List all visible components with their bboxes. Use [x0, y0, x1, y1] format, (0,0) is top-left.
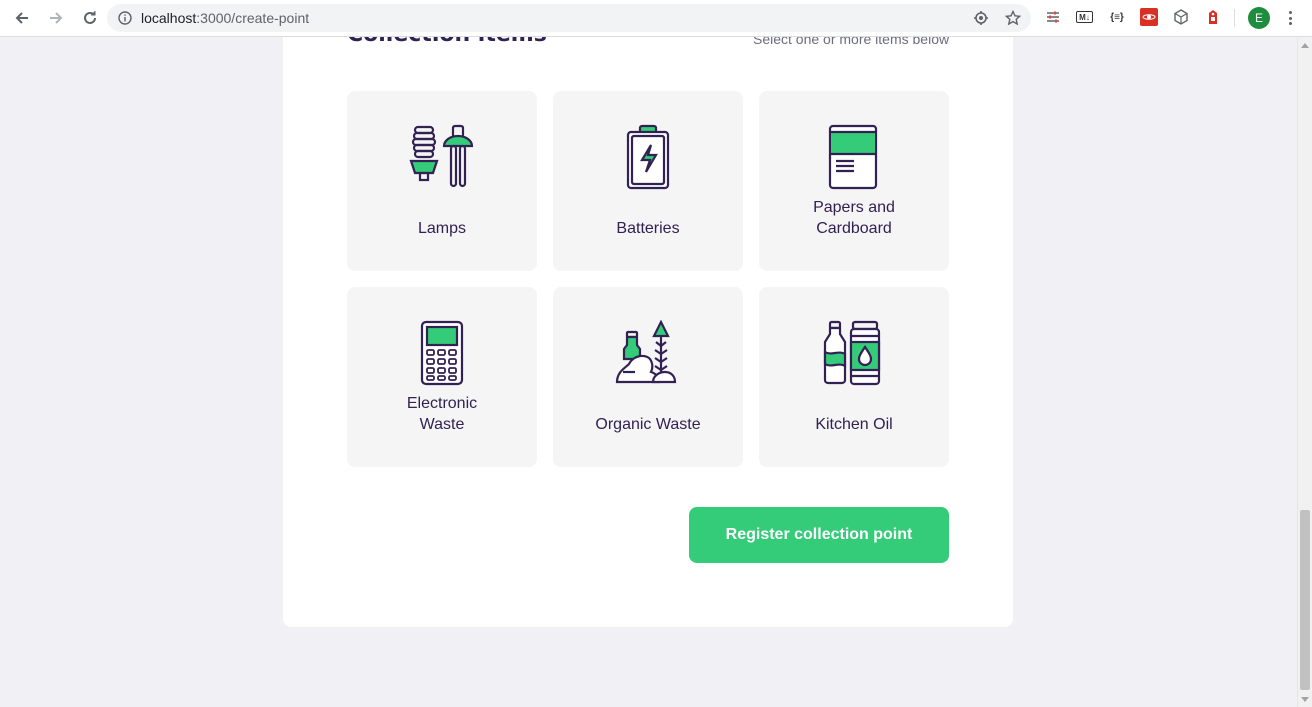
reload-button[interactable] — [74, 2, 106, 34]
extension-react-icon[interactable] — [1140, 8, 1158, 26]
bookmark-star-icon[interactable] — [1003, 8, 1023, 28]
url-text: localhost:3000/create-point — [141, 10, 309, 26]
profile-avatar[interactable]: E — [1248, 7, 1270, 29]
extension-markdown-icon[interactable]: M↓ — [1076, 11, 1093, 23]
register-button[interactable]: Register collection point — [689, 507, 949, 563]
lamps-icon — [409, 124, 475, 190]
extension-sliders-icon[interactable] — [1044, 8, 1062, 26]
item-electronic[interactable]: Electronic Waste — [347, 287, 537, 467]
oil-icon — [821, 320, 887, 386]
item-label: Papers and Cardboard — [813, 199, 895, 237]
back-button[interactable] — [6, 2, 38, 34]
reload-icon — [84, 11, 96, 24]
item-batteries[interactable]: Batteries — [553, 91, 743, 271]
item-label: Lamps — [417, 220, 467, 237]
browser-menu-icon[interactable] — [1284, 9, 1296, 27]
extension-tag-icon[interactable] — [1204, 8, 1222, 26]
page-scrollbar[interactable] — [1297, 38, 1312, 707]
item-lamps[interactable]: Lamps — [347, 91, 537, 271]
extension-json-icon[interactable]: {≡} — [1108, 8, 1126, 26]
scroll-up-arrow-icon[interactable] — [1301, 43, 1309, 48]
item-label: Organic Waste — [595, 416, 701, 433]
organic-icon — [615, 320, 681, 386]
scroll-down-arrow-icon[interactable] — [1301, 697, 1309, 702]
scrollbar-thumb[interactable] — [1300, 510, 1310, 690]
item-papers[interactable]: Papers and Cardboard — [759, 91, 949, 271]
paper-icon — [821, 124, 887, 190]
forward-arrow-icon — [50, 12, 63, 24]
url-path: :3000/create-point — [196, 10, 310, 26]
item-label: Electronic Waste — [406, 395, 478, 433]
address-bar[interactable]: localhost:3000/create-point — [107, 4, 1031, 32]
browser-toolbar: localhost:3000/create-point M↓ {≡} E — [0, 0, 1312, 37]
item-label: Kitchen Oil — [815, 416, 893, 433]
battery-icon — [615, 124, 681, 190]
item-oil[interactable]: Kitchen Oil — [759, 287, 949, 467]
location-icon[interactable] — [971, 8, 991, 28]
url-host: localhost — [141, 10, 197, 26]
info-icon[interactable] — [117, 10, 133, 26]
items-grid: Lamps Batteries Papers and Cardboard Ele… — [347, 91, 949, 467]
electronic-icon — [409, 320, 475, 386]
toolbar-divider — [1234, 9, 1235, 27]
forward-button[interactable] — [40, 2, 72, 34]
extension-cube-icon[interactable] — [1172, 8, 1190, 26]
back-arrow-icon — [15, 12, 28, 24]
item-organic[interactable]: Organic Waste — [553, 287, 743, 467]
item-label: Batteries — [616, 220, 680, 237]
